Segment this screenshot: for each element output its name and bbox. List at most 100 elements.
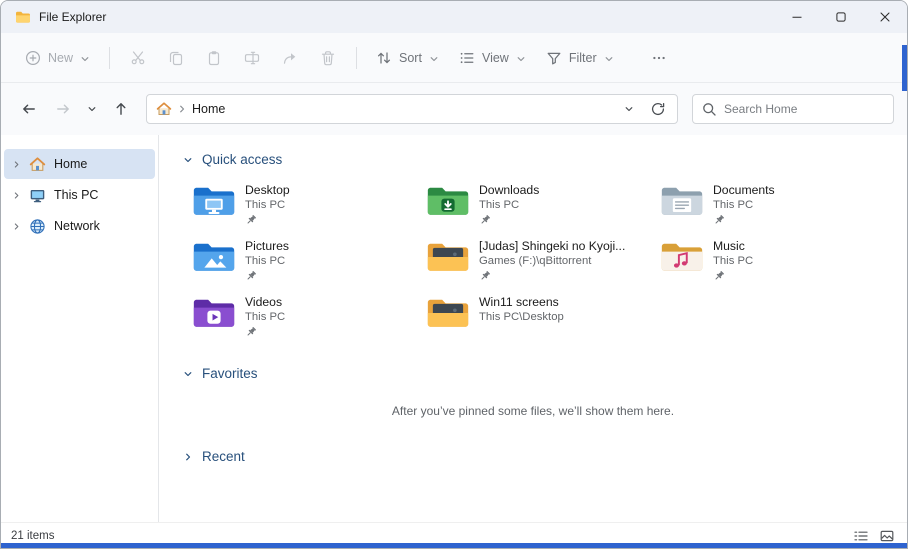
view-button[interactable]: View	[449, 41, 536, 75]
up-button[interactable]	[106, 94, 136, 124]
this-pc-icon	[29, 187, 46, 204]
rename-icon	[244, 50, 260, 66]
file-item-videos[interactable]: Videos This PC	[192, 295, 426, 338]
filter-button[interactable]: Filter	[536, 41, 624, 75]
file-item-documents[interactable]: Documents This PC	[660, 183, 893, 226]
pin-icon	[245, 214, 257, 226]
chevron-right-icon	[177, 104, 187, 114]
address-dropdown-icon[interactable]	[624, 104, 634, 114]
file-name: Music	[713, 239, 745, 253]
window-controls	[775, 1, 907, 33]
network-icon	[29, 218, 46, 235]
search-box[interactable]	[692, 94, 894, 124]
pin-icon	[245, 270, 257, 282]
share-button[interactable]	[271, 41, 309, 75]
music-icon	[660, 239, 704, 276]
quick-access-header[interactable]: Quick access	[183, 152, 883, 167]
file-name: Downloads	[479, 183, 540, 197]
file-location: Games (F:)\qBittorrent	[479, 255, 592, 267]
file-location: This PC	[713, 199, 754, 211]
back-arrow-icon	[21, 101, 37, 117]
chevron-right-icon[interactable]	[12, 160, 21, 169]
pictures-icon	[192, 239, 236, 276]
chevron-right-icon[interactable]	[12, 222, 21, 231]
navigation-bar: Home	[1, 83, 907, 135]
cut-button[interactable]	[119, 41, 157, 75]
pin-icon	[479, 270, 491, 282]
refresh-icon[interactable]	[650, 101, 666, 117]
file-item-music[interactable]: Music This PC	[660, 239, 893, 282]
back-button[interactable]	[14, 94, 44, 124]
file-name: Win11 screens	[479, 295, 559, 309]
chevron-down-icon	[604, 54, 614, 64]
delete-button[interactable]	[309, 41, 347, 75]
sort-button[interactable]: Sort	[366, 41, 449, 75]
media-folder-icon	[426, 295, 470, 332]
file-item-text: Documents This PC	[713, 183, 775, 226]
sidebar-item-this-pc[interactable]: This PC	[4, 180, 155, 210]
items-count: 21 items	[11, 529, 55, 542]
file-item-pictures[interactable]: Pictures This PC	[192, 239, 426, 282]
file-item-text: Downloads This PC	[479, 183, 539, 226]
more-options-button[interactable]	[640, 41, 678, 75]
copy-button[interactable]	[157, 41, 195, 75]
file-item-downloads[interactable]: Downloads This PC	[426, 183, 660, 226]
chevron-down-icon	[516, 54, 526, 64]
file-name: Documents	[713, 183, 775, 197]
new-label: New	[48, 50, 74, 65]
up-arrow-icon	[113, 101, 129, 117]
forward-arrow-icon	[55, 101, 71, 117]
file-item-text: Win11 screens This PC\Desktop	[479, 295, 564, 323]
file-item-judas-shingeki-no-kyoji[interactable]: [Judas] Shingeki no Kyoji... Games (F:)\…	[426, 239, 660, 282]
chevron-right-icon[interactable]	[12, 191, 21, 200]
quick-access-grid: Desktop This PC Downloads This PC Docume…	[192, 183, 883, 338]
file-name: Videos	[245, 295, 283, 309]
close-icon	[880, 12, 890, 22]
search-input[interactable]	[724, 102, 885, 116]
address-bar[interactable]: Home	[146, 94, 678, 124]
file-item-win11-screens[interactable]: Win11 screens This PC\Desktop	[426, 295, 660, 338]
pin-icon	[479, 214, 491, 226]
rename-button[interactable]	[233, 41, 271, 75]
file-name: Desktop	[245, 183, 290, 197]
forward-button[interactable]	[48, 94, 78, 124]
maximize-icon	[836, 12, 846, 22]
sidebar-item-label: Network	[54, 219, 100, 233]
pin-icon	[713, 270, 725, 282]
more-icon	[651, 50, 667, 66]
sidebar-item-label: This PC	[54, 188, 99, 202]
paste-button[interactable]	[195, 41, 233, 75]
file-location: This PC	[245, 311, 286, 323]
sidebar-item-network[interactable]: Network	[4, 211, 155, 241]
favorites-empty-message: After you’ve pinned some files, we’ll sh…	[391, 404, 675, 418]
breadcrumb-home[interactable]: Home	[192, 102, 225, 116]
chevron-down-icon	[80, 54, 90, 64]
minimize-button[interactable]	[775, 1, 819, 33]
sort-label: Sort	[399, 50, 422, 65]
recent-header[interactable]: Recent	[183, 449, 883, 464]
desktop-edge-bottom	[1, 543, 907, 548]
maximize-button[interactable]	[819, 1, 863, 33]
file-item-desktop[interactable]: Desktop This PC	[192, 183, 426, 226]
filter-icon	[546, 50, 562, 66]
file-location: This PC	[245, 199, 286, 211]
paste-icon	[206, 50, 222, 66]
toolbar-divider	[356, 46, 358, 69]
close-button[interactable]	[863, 1, 907, 33]
sidebar-item-home[interactable]: Home	[4, 149, 155, 179]
quick-access-title: Quick access	[202, 152, 283, 167]
file-item-text: Music This PC	[713, 239, 753, 282]
recent-title: Recent	[202, 449, 245, 464]
details-view-icon	[853, 528, 869, 544]
share-icon	[282, 50, 298, 66]
new-button[interactable]: New	[15, 41, 100, 75]
favorites-header[interactable]: Favorites	[183, 366, 883, 381]
home-icon	[156, 101, 172, 117]
file-name: [Judas] Shingeki no Kyoji...	[479, 239, 626, 253]
view-icon	[459, 50, 475, 66]
recent-locations-button[interactable]	[82, 94, 102, 124]
file-item-text: Videos This PC	[245, 295, 285, 338]
file-location: This PC	[713, 255, 754, 267]
file-location: This PC\Desktop	[479, 311, 564, 323]
file-location: This PC	[479, 199, 520, 211]
